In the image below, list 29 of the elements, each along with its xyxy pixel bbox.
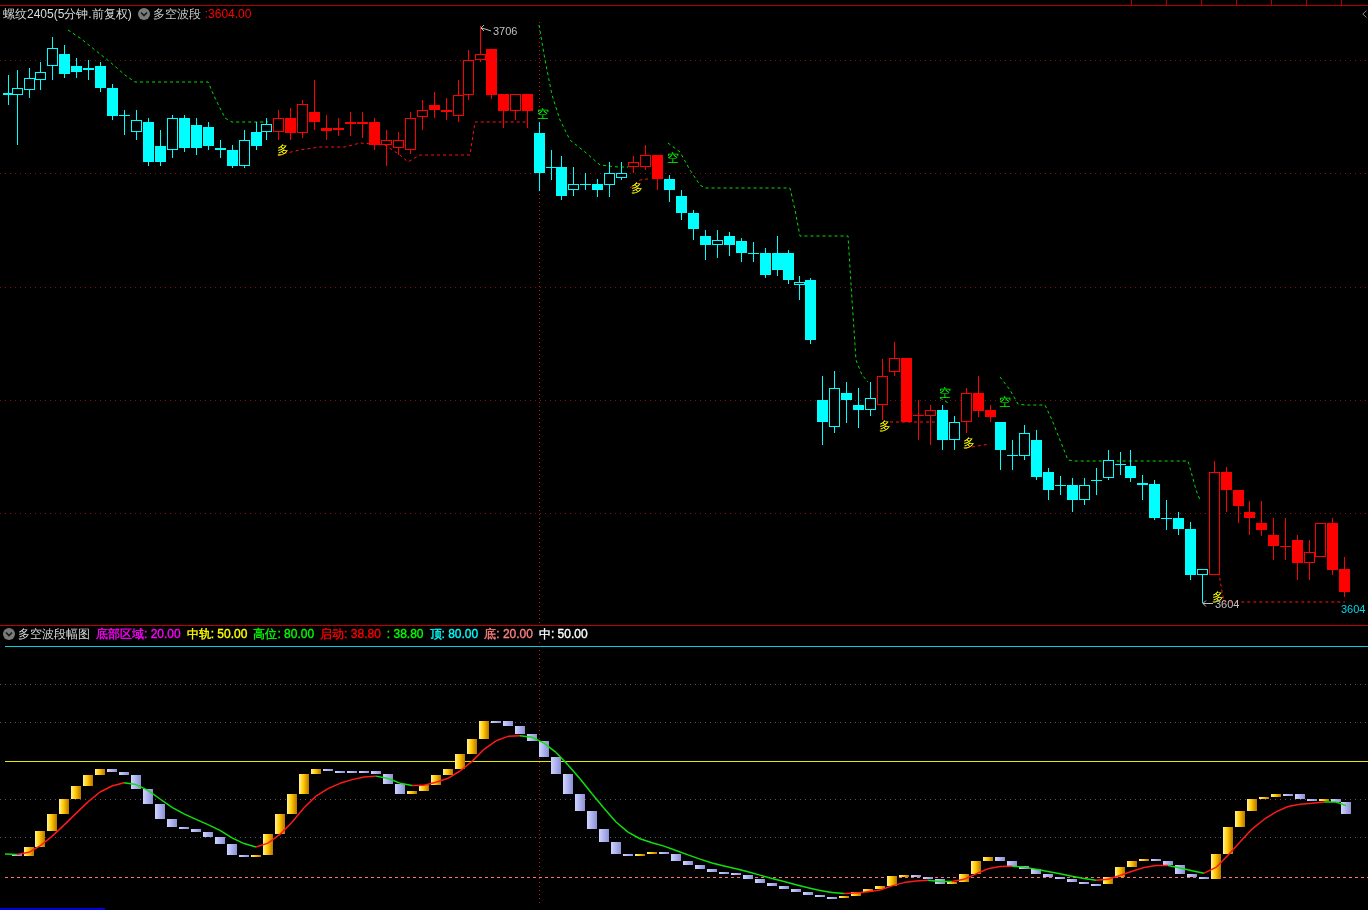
legend-item: 底部区域: 20.00 [96, 627, 181, 641]
signal-label: 多 [631, 181, 643, 195]
signal-label: 空 [999, 395, 1011, 409]
dropdown-icon[interactable] [137, 8, 150, 20]
pointer-arrow-icon [1202, 600, 1214, 607]
legend-item: 中轨: 50.00 [186, 627, 248, 641]
legend-item: 启动: 38.80 [320, 627, 381, 641]
signal-label: 多 [879, 419, 891, 433]
dropdown-icon[interactable] [3, 628, 15, 640]
trailing-stop-line [939, 397, 951, 405]
chevron-left-icon[interactable] [1362, 10, 1367, 18]
indicator-value: :3604.00 [204, 7, 252, 21]
symbol-title: 螺纹2405(5分钟.前复权) [3, 7, 132, 21]
legend-item: 顶: 80.00 [429, 627, 479, 641]
signal-label: 空 [667, 151, 679, 165]
support-line [889, 421, 936, 423]
legend-item: 高位: 80.00 [253, 627, 315, 641]
signal-label: 空 [939, 386, 951, 400]
legend-item: 中: 50.00 [538, 627, 588, 641]
last-price-label: 3604 [1341, 603, 1366, 615]
signal-label: 空 [537, 107, 549, 121]
price-label: 3706 [493, 25, 518, 37]
indicator-name: 多空波段 [152, 7, 201, 21]
indicator-name: 多空波段幅图 [18, 627, 90, 641]
signal-label: 多 [963, 436, 975, 450]
pointer-arrow-icon [480, 24, 492, 32]
legend-item: : 38.80 [386, 627, 424, 641]
legend-item: 底: 20.00 [484, 627, 533, 641]
signal-label: 多 [277, 143, 289, 157]
